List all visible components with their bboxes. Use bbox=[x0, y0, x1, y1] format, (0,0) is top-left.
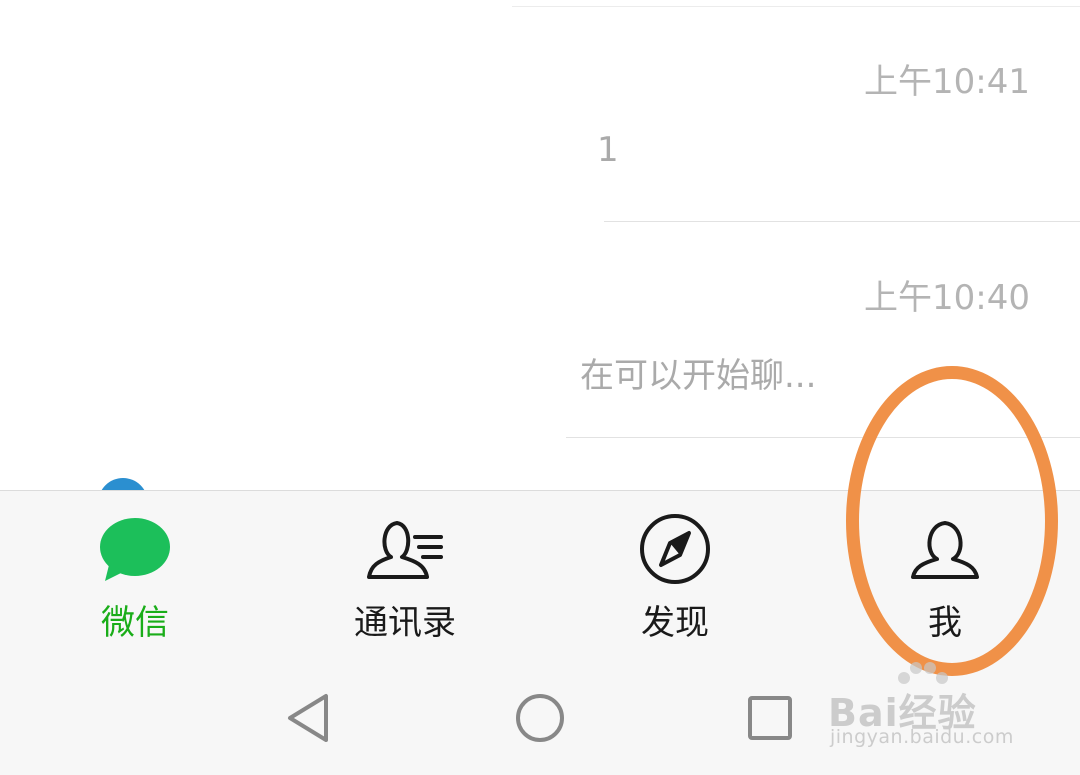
chat-list: 上午10:41 1 上午10:40 在可以开始聊... bbox=[0, 0, 1080, 528]
system-nav-bar bbox=[0, 650, 1080, 775]
recents-icon[interactable] bbox=[740, 688, 800, 748]
compass-icon bbox=[635, 513, 715, 585]
tab-label: 通讯录 bbox=[354, 603, 456, 643]
home-icon[interactable] bbox=[510, 688, 570, 748]
tab-discover[interactable]: 发现 bbox=[540, 491, 810, 651]
back-icon[interactable] bbox=[280, 688, 340, 748]
wechat-screen: 上午10:41 1 上午10:40 在可以开始聊... 微信 通讯录 发现 我 … bbox=[0, 0, 1080, 775]
tab-me[interactable]: 我 bbox=[810, 491, 1080, 651]
tab-label: 我 bbox=[928, 603, 962, 643]
chat-time: 上午10:41 bbox=[864, 62, 1030, 102]
chat-bubble-icon bbox=[95, 513, 175, 585]
contacts-icon bbox=[365, 513, 445, 585]
blank-area bbox=[0, 0, 512, 222]
tab-label: 微信 bbox=[101, 603, 169, 643]
blank-area bbox=[0, 226, 566, 438]
tab-label: 发现 bbox=[641, 603, 709, 643]
chat-time: 上午10:40 bbox=[864, 278, 1030, 318]
profile-icon bbox=[905, 513, 985, 585]
chat-preview: 在可以开始聊... bbox=[580, 356, 817, 396]
tab-chats[interactable]: 微信 bbox=[0, 491, 270, 651]
tab-contacts[interactable]: 通讯录 bbox=[270, 491, 540, 651]
chat-preview: 1 bbox=[597, 130, 619, 170]
tab-bar: 微信 通讯录 发现 我 bbox=[0, 490, 1080, 651]
